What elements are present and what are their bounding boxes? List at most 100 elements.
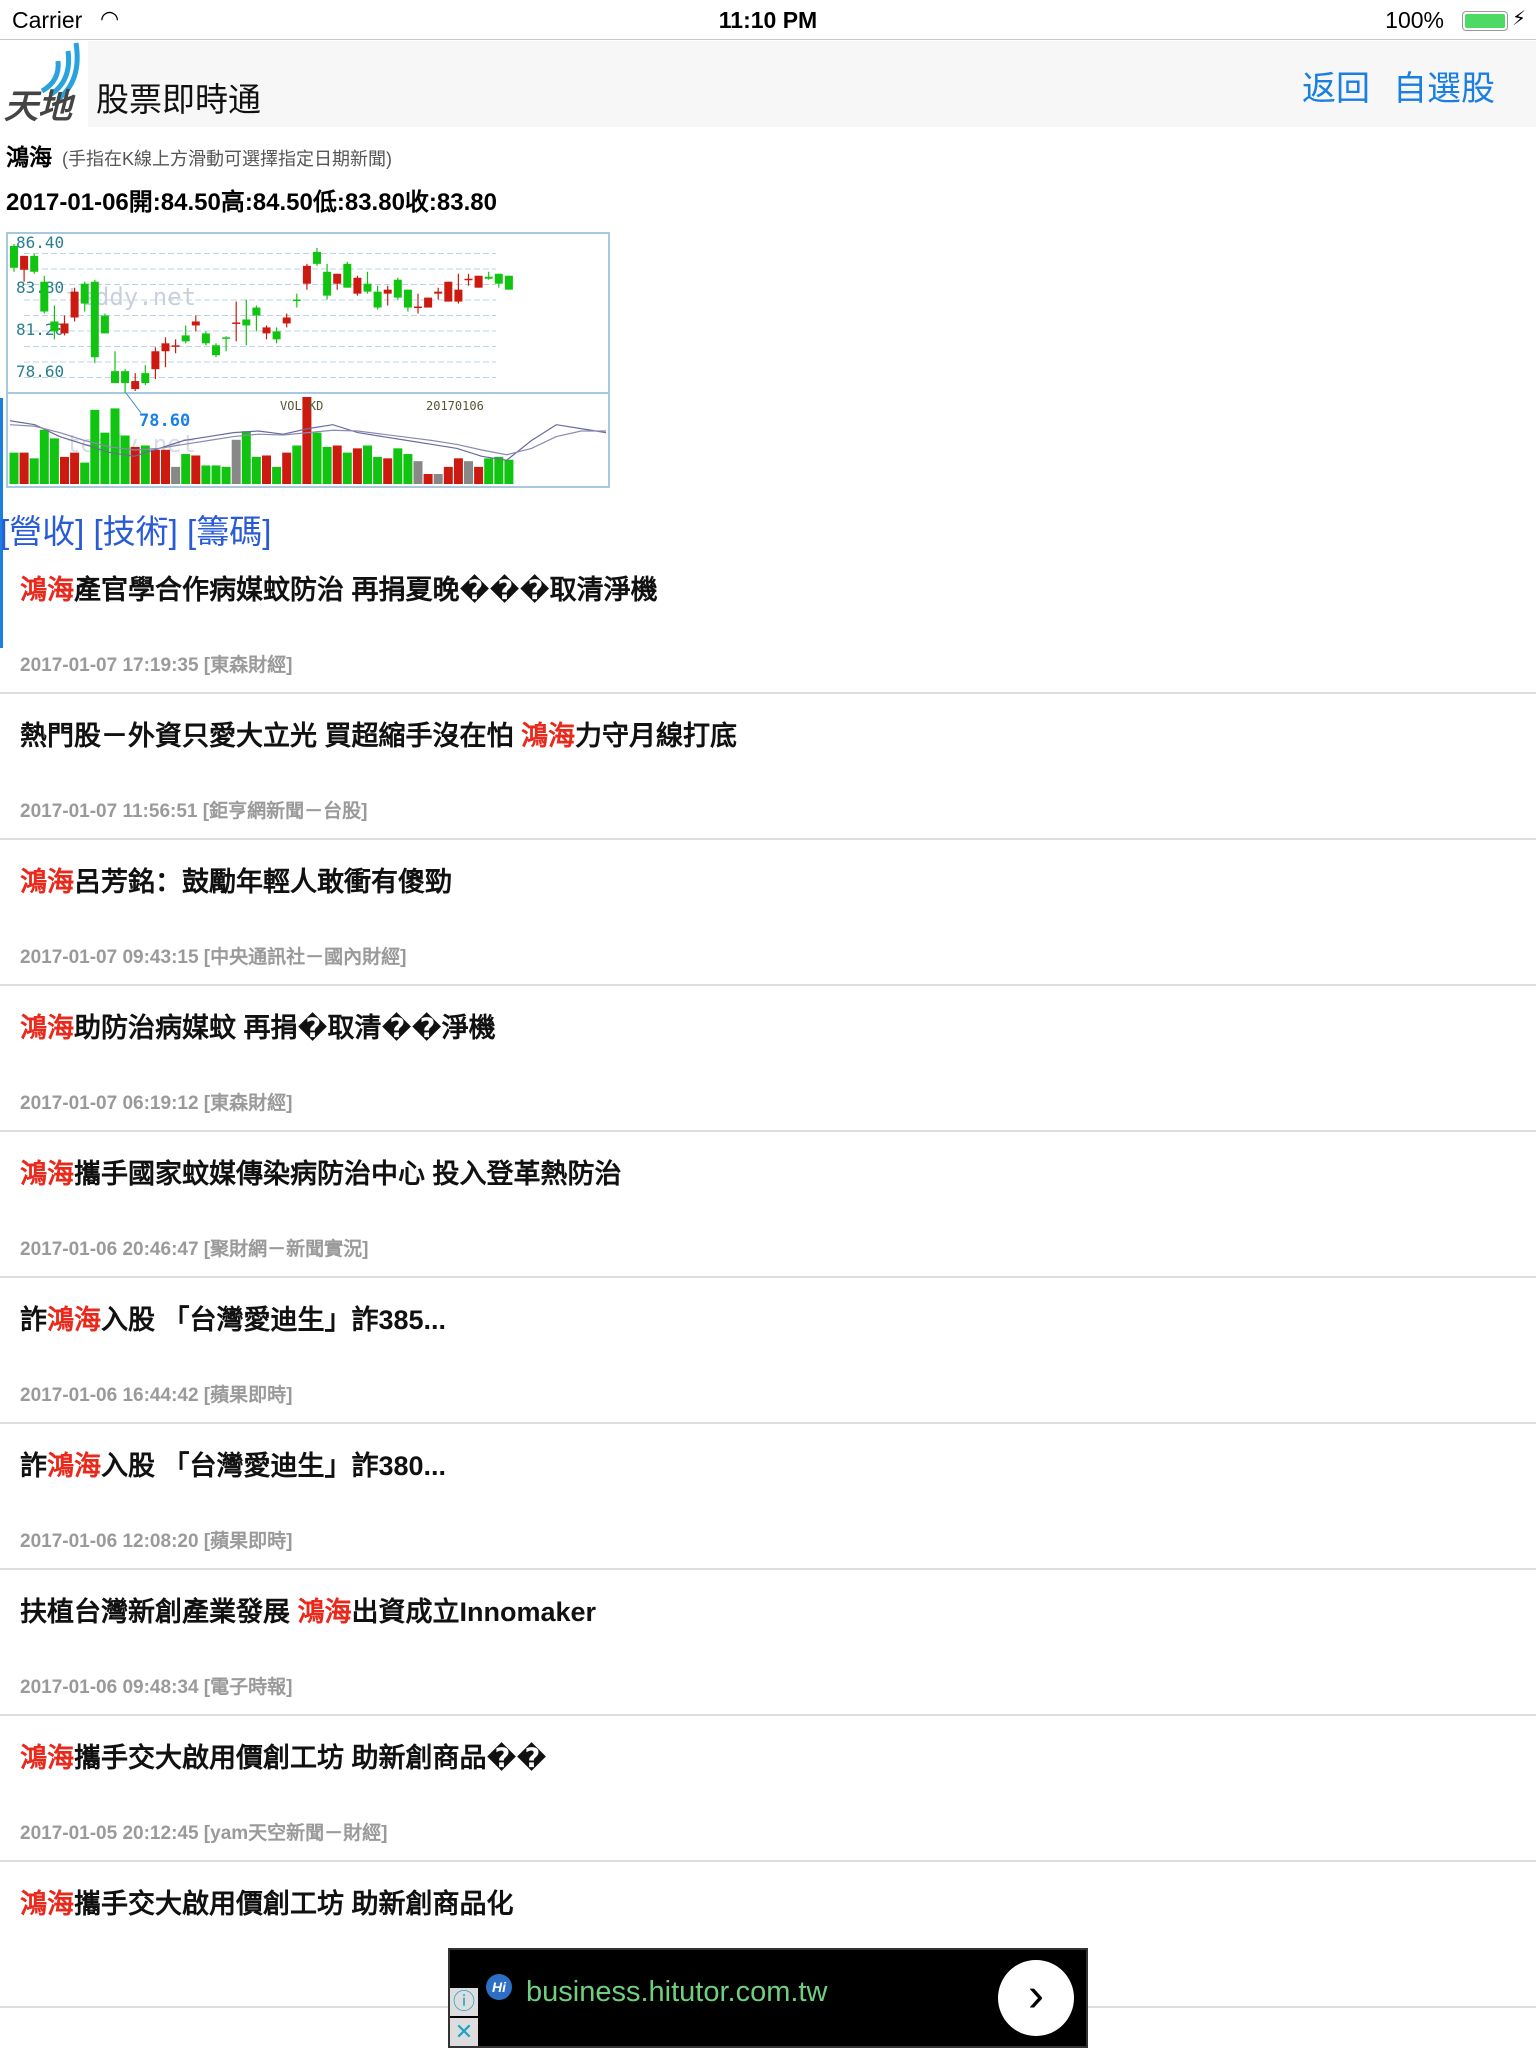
app-title: 股票即時通 [96, 81, 261, 118]
nav-bar: 天地 股票即時通 返回 自選股 [0, 41, 1536, 127]
candle-down [201, 333, 210, 344]
candle-up [434, 291, 443, 294]
volume-bar [241, 431, 251, 484]
volume-bar [60, 456, 69, 484]
candle-down [252, 307, 261, 316]
headline-prefix: 扶植台灣新創產業發展 [20, 1597, 298, 1627]
news-date-source: 2017-01-07 09:43:15 [中央通訊社－國內財經] [20, 947, 407, 968]
candle-up [131, 381, 140, 390]
news-headline: 鴻海助防治病媒蚊 再捐�取清��淨機 [20, 1006, 496, 1045]
stock-header: 鴻海 (手指在K線上方滑動可選擇指定日期新聞) [6, 138, 392, 172]
volume-bar [150, 449, 160, 484]
candle-up [474, 275, 483, 288]
volume-bar [272, 466, 282, 484]
candlestick-chart[interactable]: teddy.netteddy.net86.4083.8081.2078.6078… [6, 232, 610, 490]
status-bar: Carrier ◠ 11:10 PM 100% ⚡ [0, 0, 1536, 40]
headline-keyword: 鴻海 [20, 1013, 74, 1043]
news-item[interactable]: 詐鴻海入股 「台灣愛迪生」詐380... 2017-01-06 12:08:20 … [0, 1424, 1536, 1570]
news-item[interactable]: 詐鴻海入股 「台灣愛迪生」詐385... 2017-01-06 16:44:42 … [0, 1278, 1536, 1424]
news-date-source: 2017-01-07 06:19:12 [東森財經] [20, 1093, 293, 1114]
news-item[interactable]: 扶植台灣新創產業發展 鴻海出資成立Innomaker 2017-01-06 09:… [0, 1570, 1536, 1716]
y-tick-label: 78.60 [16, 362, 64, 381]
volume-bar [443, 466, 453, 484]
logo-text: 天地 [4, 88, 72, 126]
revenue-link[interactable]: [營收] [0, 513, 84, 550]
candle-down [393, 279, 402, 298]
ad-banner[interactable]: ⓘ ✕ Hi business.hitutor.com.tw › [448, 1948, 1088, 2048]
chart-hint: (手指在K線上方滑動可選擇指定日期新聞) [62, 149, 392, 169]
battery-icon [1462, 11, 1508, 31]
stock-name: 鴻海 [6, 144, 52, 170]
volume-bar [110, 408, 120, 484]
news-item[interactable]: 鴻海呂芳銘：鼓勵年輕人敢衝有傻勁 2017-01-07 09:43:15 [中央通… [0, 840, 1536, 986]
candle-down [403, 289, 412, 308]
candle-up [302, 265, 311, 284]
volume-bar [423, 474, 433, 484]
news-date-source: 2017-01-07 17:19:35 [東森財經] [20, 655, 293, 676]
news-headline: 鴻海攜手交大啟用價創工坊 助新創商品化 [20, 1882, 514, 1921]
ad-info-icon[interactable]: ⓘ [450, 1988, 478, 2016]
volume-bar [80, 462, 90, 484]
candle-down [343, 263, 352, 288]
candle-down [292, 299, 301, 302]
volume-bar [352, 448, 362, 484]
news-item[interactable]: 鴻海產官學合作病媒蚊防治 再捐夏晚���取清淨機 2017-01-07 17:19… [0, 548, 1536, 694]
ad-close-icon[interactable]: ✕ [450, 2018, 478, 2046]
volume-bar [231, 439, 241, 484]
news-headline: 鴻海產官學合作病媒蚊防治 再捐夏晚���取清淨機 [20, 568, 658, 607]
info-links: [營收] [技術] [籌碼] [0, 505, 271, 553]
headline-keyword: 鴻海 [20, 1889, 74, 1919]
headline-suffix: 產官學合作病媒蚊防治 再捐夏晚���取清淨機 [74, 575, 658, 605]
ad-arrow-button[interactable]: › [998, 1960, 1074, 2036]
candle-down [80, 283, 89, 304]
news-item[interactable]: 鴻海攜手國家蚊媒傳染病防治中心 投入登革熱防治 2017-01-06 20:46:… [0, 1132, 1536, 1278]
volume-kd-label: VOL KD [280, 399, 323, 413]
volume-bar [474, 466, 484, 484]
volume-bar [221, 466, 231, 484]
news-date-source: 2017-01-06 12:08:20 [蘋果即時] [20, 1531, 293, 1552]
news-headline: 鴻海呂芳銘：鼓勵年輕人敢衝有傻勁 [20, 860, 452, 899]
news-date-source: 2017-01-06 20:46:47 [聚財網－新聞實況] [20, 1239, 369, 1260]
candle-up [20, 255, 29, 270]
volume-bar [171, 466, 181, 484]
back-button[interactable]: 返回 [1302, 61, 1370, 110]
news-item[interactable]: 鴻海助防治病媒蚊 再捐�取清��淨機 2017-01-07 06:19:12 [東… [0, 986, 1536, 1132]
volume-bar [292, 445, 302, 484]
volume-bar [413, 461, 423, 484]
candle-up [191, 321, 200, 326]
candle-up [383, 289, 392, 294]
volume-bar [322, 446, 332, 484]
candle-up [454, 289, 463, 302]
news-date-source: 2017-01-06 16:44:42 [蘋果即時] [20, 1385, 293, 1406]
news-date-source: 2017-01-05 20:12:45 [yam天空新聞－財經] [20, 1823, 388, 1844]
candle-up [333, 273, 342, 284]
news-item[interactable]: 鴻海攜手交大啟用價創工坊 助新創商品�� 2017-01-05 20:12:45 … [0, 1716, 1536, 1862]
low-marker-line [125, 392, 142, 414]
news-item[interactable]: 熱門股－外資只愛大立光 買超縮手沒在怕 鴻海力守月線打底 2017-01-07 1… [0, 694, 1536, 840]
watchlist-button[interactable]: 自選股 [1393, 61, 1495, 110]
candle-down [121, 371, 130, 384]
volume-bar [9, 452, 19, 484]
headline-keyword: 鴻海 [521, 721, 576, 751]
technical-link[interactable]: [技術] [94, 513, 178, 550]
volume-bar [464, 461, 473, 484]
volume-bar [262, 455, 271, 484]
candle-down [212, 345, 220, 356]
headline-keyword: 鴻海 [20, 575, 74, 605]
volume-bar [484, 458, 494, 484]
ad-url[interactable]: business.hitutor.com.tw [526, 1976, 827, 2009]
candle-down [242, 319, 251, 326]
candle-down [100, 315, 109, 334]
candle-up [171, 345, 180, 347]
volume-bar [494, 456, 504, 484]
y-tick-label: 86.40 [16, 233, 64, 252]
headline-suffix: 攜手交大啟用價創工坊 助新創商品化 [74, 1889, 514, 1919]
headline-suffix: 出資成立Innomaker [351, 1597, 597, 1627]
candle-down [484, 276, 493, 279]
volume-bar [100, 432, 110, 484]
chips-link[interactable]: [籌碼] [187, 513, 271, 550]
volume-bar [70, 452, 80, 484]
volume-bar [251, 456, 261, 484]
volume-bar [312, 432, 322, 484]
candle-down [40, 281, 49, 312]
